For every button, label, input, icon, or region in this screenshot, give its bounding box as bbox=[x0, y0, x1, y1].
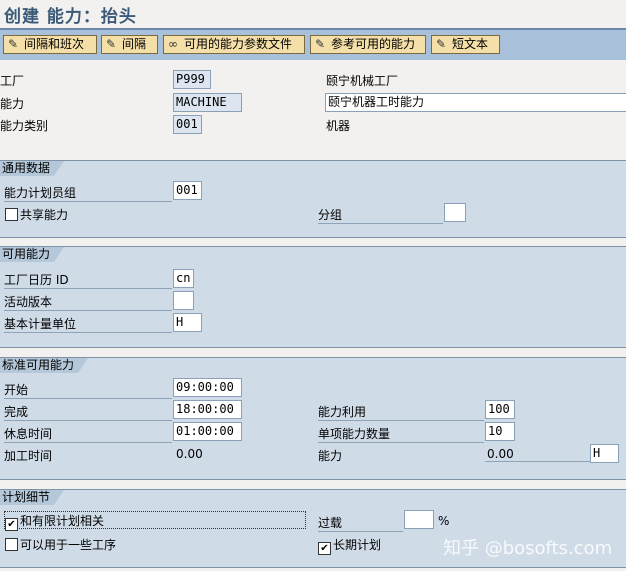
button-label: 短文本 bbox=[452, 37, 489, 51]
multiple-operations-checkbox[interactable]: 可以用于一些工序 bbox=[5, 536, 116, 553]
checkbox-label: 长期计划 bbox=[333, 538, 382, 552]
utilization-label: 能力利用 bbox=[318, 403, 484, 421]
section-title: 通用数据 bbox=[0, 161, 64, 176]
overload-input[interactable] bbox=[404, 510, 434, 529]
grouping-input[interactable] bbox=[444, 203, 466, 222]
capacity-category-field: 001 bbox=[173, 115, 202, 134]
checkbox-label: 和有限计划相关 bbox=[20, 514, 105, 528]
button-label: 间隔 bbox=[122, 37, 147, 51]
checkbox-checked-icon: ✔ bbox=[318, 542, 331, 555]
checkbox-icon bbox=[5, 538, 18, 551]
capacity-total-label: 能力 bbox=[318, 449, 343, 463]
intervals-shifts-button[interactable]: ✎ 间隔和班次 bbox=[3, 35, 97, 54]
capacity-field: MACHINE bbox=[173, 93, 242, 112]
short-text-button[interactable]: ✎ 短文本 bbox=[431, 35, 500, 54]
capacity-unit-input[interactable]: H bbox=[590, 444, 619, 463]
factory-calendar-input[interactable]: cn bbox=[173, 269, 194, 288]
break-label: 休息时间 bbox=[4, 425, 172, 443]
utilization-input[interactable]: 100 bbox=[485, 400, 515, 419]
base-uom-label: 基本计量单位 bbox=[4, 315, 172, 333]
page-title: 创建 能力：抬头 bbox=[4, 7, 137, 27]
capacity-label: 能力 bbox=[0, 97, 25, 111]
reference-capacity-button[interactable]: ✎ 参考可用的能力 bbox=[310, 35, 426, 54]
planner-group-label: 能力计划员组 bbox=[4, 184, 172, 202]
finish-input[interactable]: 18:00:00 bbox=[173, 400, 242, 419]
general-data-section: 通用数据 能力计划员组 001 共享能力 分组 bbox=[0, 160, 626, 238]
active-version-label: 活动版本 bbox=[4, 293, 172, 311]
pencil-icon: ✎ bbox=[315, 37, 326, 51]
finish-label: 完成 bbox=[4, 403, 172, 421]
num-capacities-input[interactable]: 10 bbox=[485, 422, 515, 441]
overload-label: 过载 bbox=[318, 514, 403, 532]
available-capacity-profile-button[interactable]: ∞ 可用的能力参数文件 bbox=[163, 35, 305, 54]
pencil-icon: ✎ bbox=[106, 37, 117, 51]
finite-scheduling-checkbox[interactable]: ✔ 和有限计划相关 bbox=[4, 511, 306, 531]
section-title: 计划细节 bbox=[0, 490, 64, 505]
checkbox-label: 可以用于一些工序 bbox=[20, 538, 117, 552]
pencil-icon: ✎ bbox=[436, 37, 447, 51]
grouping-label: 分组 bbox=[318, 206, 443, 224]
button-label: 参考可用的能力 bbox=[331, 37, 416, 51]
plant-label: 工厂 bbox=[0, 74, 25, 88]
break-input[interactable]: 01:00:00 bbox=[173, 422, 242, 441]
factory-calendar-label: 工厂日历 ID bbox=[4, 271, 172, 289]
intervals-button[interactable]: ✎ 间隔 bbox=[101, 35, 158, 54]
category-description: 机器 bbox=[326, 119, 351, 133]
pooled-capacity-checkbox[interactable]: 共享能力 bbox=[5, 206, 68, 223]
section-title: 标准可用能力 bbox=[0, 358, 88, 373]
capacity-category-label: 能力类别 bbox=[0, 119, 49, 133]
capacity-description-input[interactable]: 颐宁机器工时能力 bbox=[325, 93, 626, 112]
application-toolbar: ✎ 间隔和班次 ✎ 间隔 ∞ 可用的能力参数文件 ✎ 参考可用的能力 ✎ 短文本 bbox=[0, 28, 626, 60]
start-input[interactable]: 09:00:00 bbox=[173, 378, 242, 397]
checkbox-icon bbox=[5, 208, 18, 221]
button-label: 可用的能力参数文件 bbox=[184, 37, 293, 51]
plant-description: 颐宁机械工厂 bbox=[326, 74, 399, 88]
active-version-input[interactable] bbox=[173, 291, 194, 310]
percent-sign: % bbox=[438, 514, 450, 528]
plant-field: P999 bbox=[173, 70, 211, 89]
glasses-icon: ∞ bbox=[168, 37, 178, 51]
pencil-icon: ✎ bbox=[8, 37, 19, 51]
base-uom-input[interactable]: H bbox=[173, 313, 202, 332]
watermark: 知乎 @bosofts.com bbox=[443, 538, 613, 559]
button-label: 间隔和班次 bbox=[24, 37, 85, 51]
available-capacity-section: 可用能力 工厂日历 ID cn 活动版本 基本计量单位 H bbox=[0, 246, 626, 348]
checkbox-label: 共享能力 bbox=[20, 208, 69, 222]
start-label: 开始 bbox=[4, 381, 172, 399]
long-term-planning-checkbox[interactable]: ✔ 长期计划 bbox=[318, 536, 381, 555]
section-title: 可用能力 bbox=[0, 247, 64, 262]
operating-time-label: 加工时间 bbox=[4, 449, 53, 463]
operating-time-value: 0.00 bbox=[176, 447, 203, 461]
capacity-total-value: 0.00 bbox=[485, 447, 591, 462]
checkbox-checked-icon: ✔ bbox=[5, 518, 18, 531]
planner-group-input[interactable]: 001 bbox=[173, 181, 202, 200]
num-capacities-label: 单项能力数量 bbox=[318, 425, 484, 443]
standard-available-capacity-section: 标准可用能力 开始 09:00:00 完成 18:00:00 休息时间 01:0… bbox=[0, 357, 626, 480]
